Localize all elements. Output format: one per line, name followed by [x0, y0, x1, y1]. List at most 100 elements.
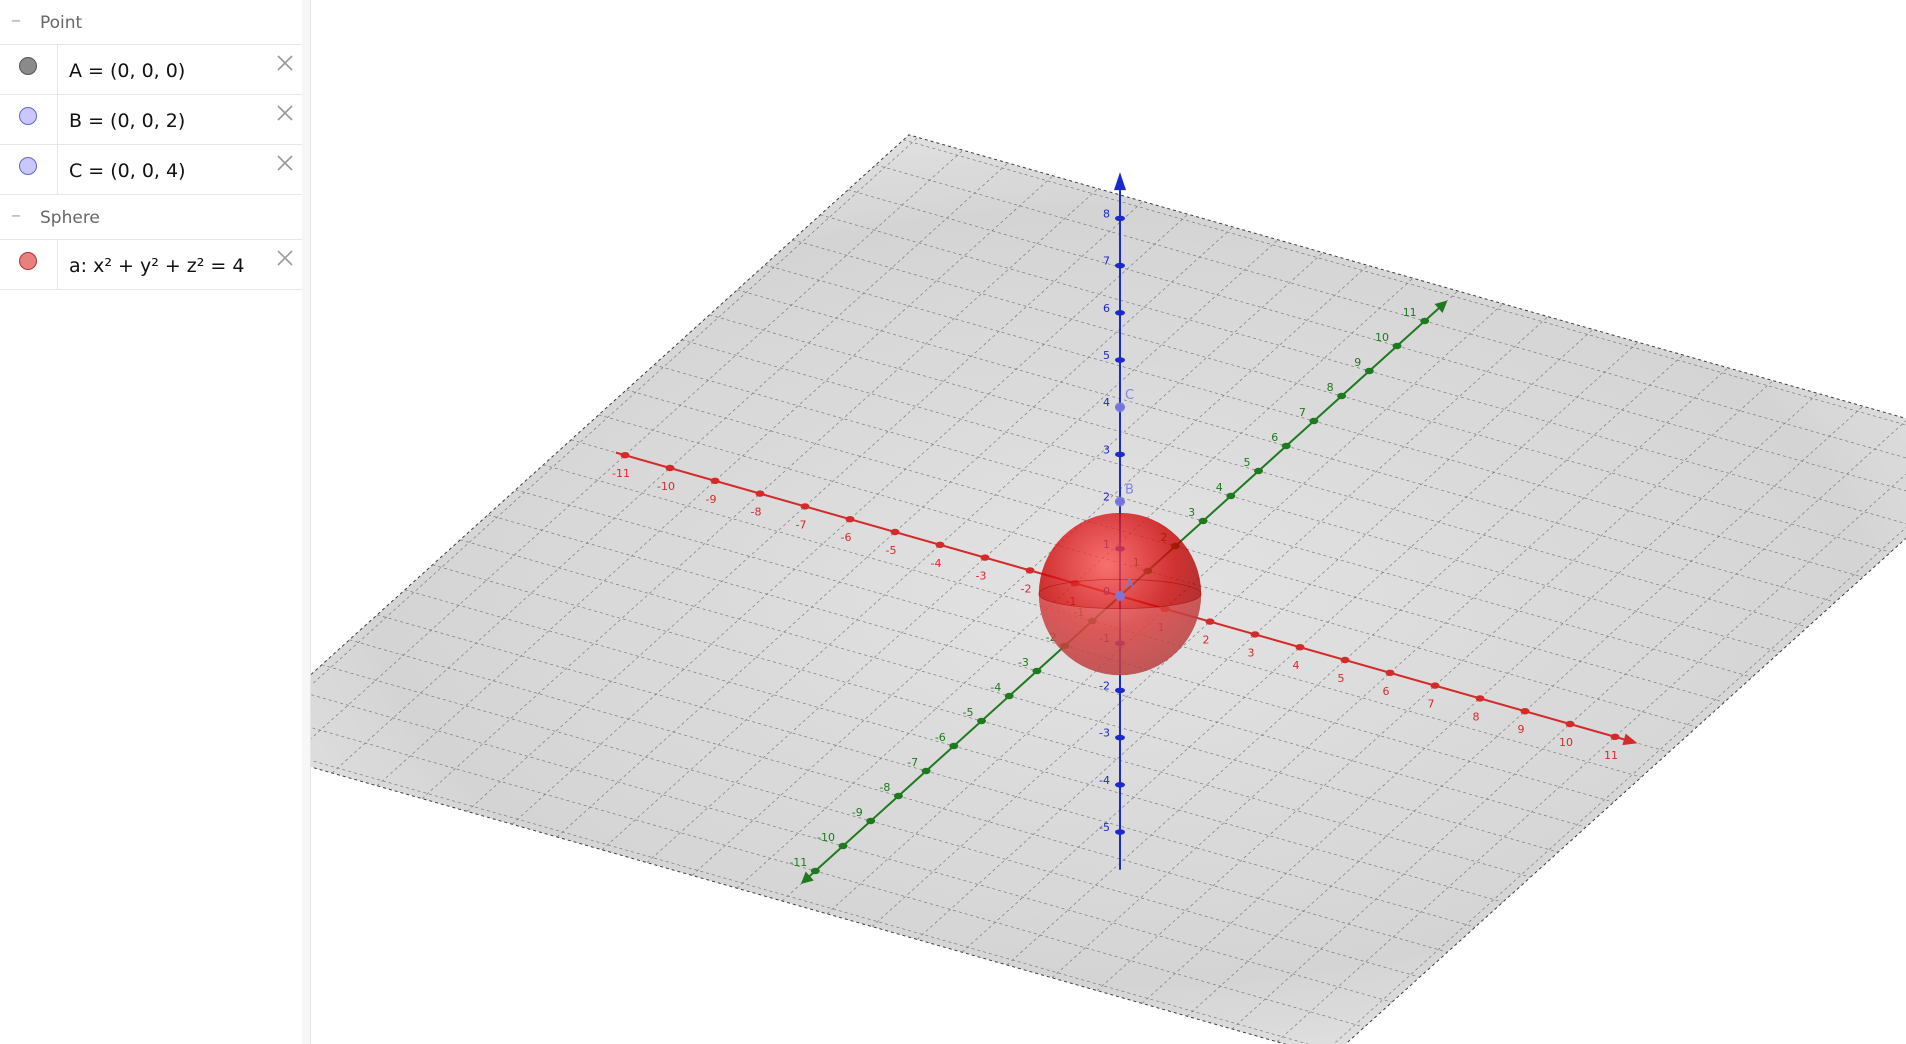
tick-label: -5 — [1099, 821, 1110, 834]
collapse-icon[interactable]: − — [10, 210, 22, 223]
tick-mark — [665, 464, 675, 472]
tick-mark — [1420, 317, 1430, 325]
tick-label: 7 — [1103, 255, 1110, 268]
tick-mark — [935, 541, 945, 548]
point-marker — [1115, 402, 1125, 413]
tick-mark — [1115, 829, 1125, 835]
point-marker — [1115, 591, 1125, 601]
tick-label: -3 — [1099, 727, 1110, 740]
group-header-sphere: − Sphere — [0, 195, 302, 240]
tick-label: 8 — [1103, 207, 1110, 220]
tick-label: -11 — [789, 856, 807, 869]
tick-label: 10 — [1375, 331, 1389, 344]
tick-label: -4 — [990, 681, 1001, 694]
view-splitter[interactable] — [302, 0, 311, 1044]
algebra-item-text[interactable]: a: x² + y² + z² = 4 — [69, 255, 244, 277]
tick-mark — [620, 452, 630, 459]
algebra-item-text[interactable]: B = (0, 0, 2) — [69, 110, 185, 132]
tick-mark — [1025, 567, 1035, 574]
tick-label: 4 — [1216, 481, 1223, 494]
algebra-item[interactable]: a: x² + y² + z² = 4 — [0, 240, 302, 290]
tick-label: -4 — [1099, 774, 1110, 787]
tick-mark — [921, 767, 931, 775]
tick-mark — [800, 503, 810, 510]
tick-label: 11 — [1604, 749, 1618, 762]
tick-mark — [1115, 262, 1125, 269]
tick-label: -8 — [751, 506, 762, 519]
tick-label: -5 — [886, 544, 897, 557]
visibility-toggle-icon[interactable] — [19, 57, 37, 75]
tick-mark — [980, 554, 990, 561]
tick-label: 2 — [1203, 634, 1210, 647]
delete-icon[interactable] — [274, 102, 296, 124]
tick-mark — [1610, 733, 1620, 740]
algebra-item-text[interactable]: A = (0, 0, 0) — [69, 60, 185, 82]
tick-label: -10 — [817, 831, 835, 844]
tick-label: 6 — [1271, 431, 1278, 444]
tick-mark — [810, 867, 820, 875]
tick-mark — [1115, 215, 1125, 222]
tick-mark — [1364, 367, 1374, 375]
point-label: C — [1125, 388, 1134, 403]
tick-mark — [1115, 687, 1125, 694]
collapse-icon[interactable]: − — [10, 15, 22, 28]
tick-label: -8 — [879, 781, 890, 794]
tick-label: -5 — [963, 706, 974, 719]
visibility-toggle-icon[interactable] — [19, 252, 37, 270]
tick-mark — [1430, 682, 1440, 689]
tick-mark — [1340, 656, 1350, 664]
visibility-toggle-icon[interactable] — [19, 157, 37, 175]
visibility-cell — [0, 240, 58, 289]
delete-icon[interactable] — [274, 52, 296, 74]
tick-mark — [845, 516, 855, 523]
tick-mark — [1281, 442, 1291, 450]
tick-mark — [890, 528, 900, 536]
point-marker — [1115, 496, 1125, 507]
tick-mark — [838, 842, 848, 850]
tick-mark — [1032, 667, 1042, 675]
tick-mark — [1520, 708, 1530, 715]
tick-label: 10 — [1559, 736, 1573, 749]
tick-mark — [1115, 734, 1125, 741]
tick-label: 9 — [1518, 723, 1525, 736]
visibility-cell — [0, 95, 58, 144]
tick-label: 8 — [1327, 381, 1334, 394]
tick-label: 7 — [1299, 406, 1306, 419]
delete-icon[interactable] — [274, 247, 296, 269]
algebra-item-text[interactable]: C = (0, 0, 4) — [69, 160, 186, 182]
tick-label: 3 — [1248, 646, 1255, 659]
tick-mark — [755, 490, 765, 497]
visibility-toggle-icon[interactable] — [19, 107, 37, 125]
delete-icon[interactable] — [274, 152, 296, 174]
tick-mark — [1309, 417, 1319, 425]
algebra-item[interactable]: A = (0, 0, 0) — [0, 45, 302, 95]
tick-label: -2 — [1099, 679, 1110, 692]
tick-mark — [866, 817, 876, 825]
tick-label: 3 — [1103, 443, 1110, 456]
tick-label: 5 — [1244, 456, 1251, 469]
tick-label: -6 — [935, 731, 946, 744]
tick-label: 6 — [1103, 302, 1110, 315]
group-label: Point — [40, 13, 83, 33]
tick-label: -7 — [796, 518, 807, 531]
tick-mark — [977, 717, 986, 725]
tick-label: 5 — [1103, 349, 1110, 362]
tick-label: 6 — [1383, 685, 1390, 698]
point-label: A — [1125, 577, 1134, 592]
graphics-3d-view[interactable]: -11-10-9-8-7-6-5-4-3-2-11234567891011-11… — [311, 0, 1906, 1044]
algebra-item[interactable]: C = (0, 0, 4) — [0, 145, 302, 195]
algebra-view: − Point A = (0, 0, 0) B = (0, 0, 2) C = (0, … — [0, 0, 303, 1044]
tick-mark — [1226, 492, 1236, 500]
tick-mark — [1250, 631, 1260, 638]
tick-mark — [1004, 692, 1014, 700]
point-label: B — [1125, 483, 1134, 498]
tick-label: -3 — [1018, 656, 1029, 669]
scene-3d[interactable]: -11-10-9-8-7-6-5-4-3-2-11234567891011-11… — [311, 0, 1906, 1044]
tick-label: 7 — [1428, 698, 1435, 711]
tick-label: -9 — [706, 493, 717, 506]
visibility-cell — [0, 145, 58, 194]
group-header-point: − Point — [0, 0, 302, 45]
algebra-item[interactable]: B = (0, 0, 2) — [0, 95, 302, 145]
tick-label: -2 — [1021, 582, 1032, 595]
tick-mark — [1337, 392, 1347, 400]
